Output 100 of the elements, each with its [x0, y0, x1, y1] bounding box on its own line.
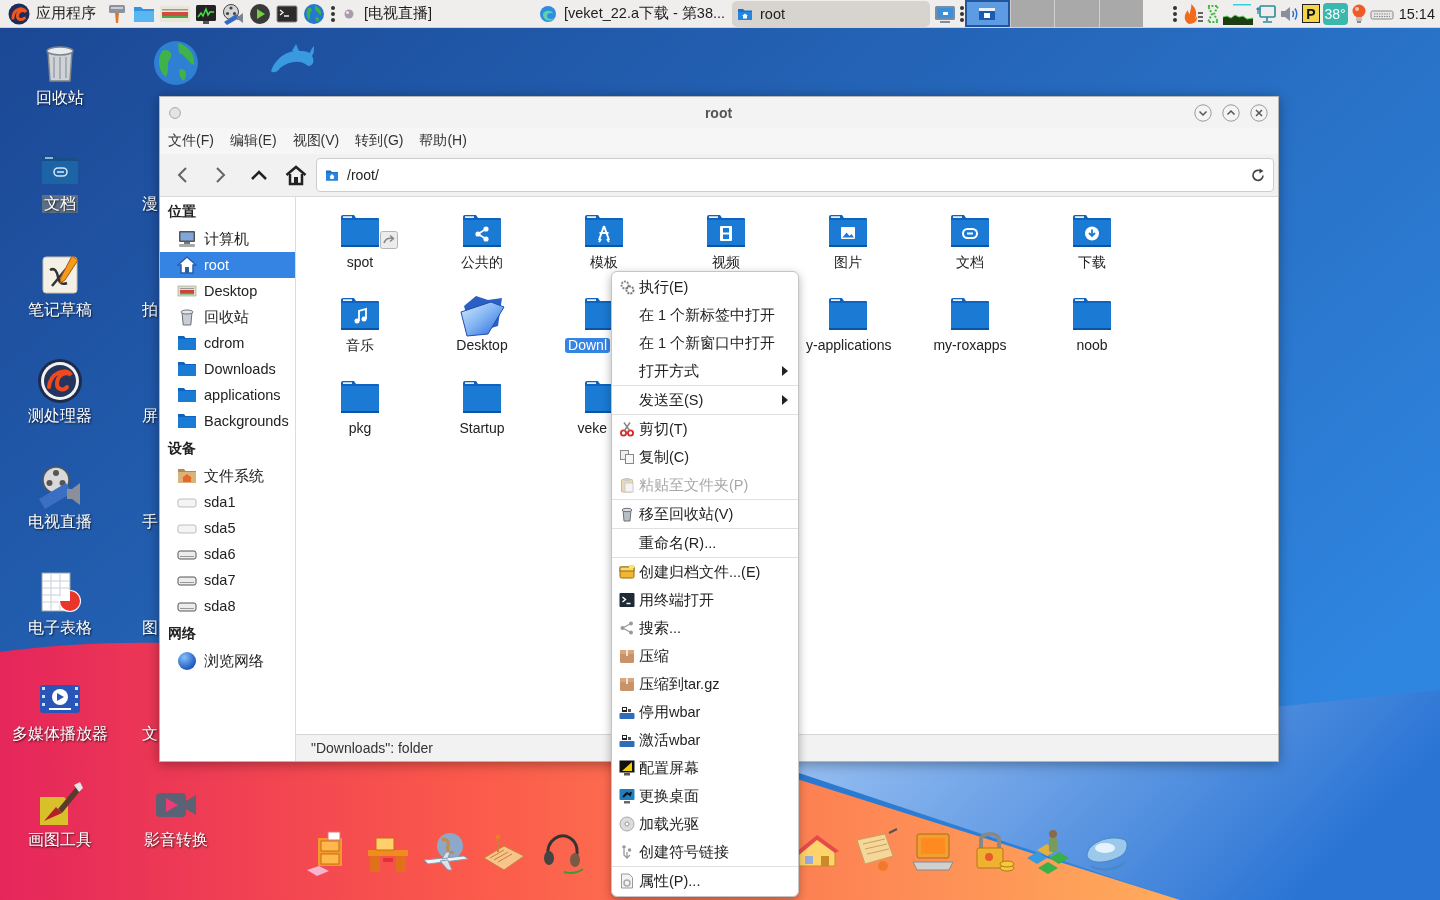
sidebar-item[interactable]: sda1 — [160, 489, 295, 515]
context-menu-item[interactable]: 属性(P)... — [612, 867, 798, 895]
context-menu-item[interactable]: 停用wbar — [612, 698, 798, 726]
address-field[interactable]: /root/ — [316, 158, 1274, 192]
sidebar-item[interactable]: sda8 — [160, 593, 295, 619]
context-menu-item[interactable]: 剪切(T) — [612, 415, 798, 443]
house-folder-icon — [177, 466, 197, 486]
terminal-icon[interactable] — [276, 2, 298, 25]
trash-icon — [619, 506, 635, 522]
maximize-icon[interactable] — [1222, 103, 1240, 122]
copy-icon — [619, 449, 635, 465]
sidebar-item[interactable]: Desktop — [160, 278, 295, 304]
network-icon[interactable] — [1256, 2, 1277, 25]
workspace-button[interactable] — [965, 0, 1010, 27]
window-title: root — [704, 104, 733, 121]
context-menu-item[interactable]: 用终端打开 — [612, 586, 798, 614]
home-icon[interactable] — [284, 164, 308, 186]
context-menu-item[interactable]: 压缩到tar.gz — [612, 670, 798, 698]
load-graph-icon[interactable] — [1223, 2, 1254, 25]
file-name[interactable]: pkg — [345, 421, 375, 436]
file-name[interactable]: 公共的 — [458, 255, 506, 270]
context-menu-item[interactable]: 搜索... — [612, 614, 798, 642]
globe-icon[interactable] — [303, 2, 325, 25]
package-icon — [619, 648, 635, 664]
file-name[interactable]: Startup — [456, 421, 508, 436]
context-menu-item[interactable]: 创建符号链接 — [612, 838, 798, 866]
task-button[interactable]: [电视直播] — [336, 0, 534, 27]
sidebar-item[interactable]: 文件系统 — [160, 463, 295, 489]
sphere-icon — [177, 651, 197, 671]
menu-item[interactable]: 编辑(E) — [221, 128, 285, 154]
icon-label[interactable]: 漫 — [142, 195, 158, 213]
task-button[interactable]: [veket_22.a下载 - 第38... — [534, 0, 732, 27]
icon-label[interactable]: 多媒体播放器 — [10, 725, 110, 743]
context-menu-item[interactable]: 加载光驱 — [612, 810, 798, 838]
globe-icon[interactable] — [152, 39, 200, 87]
refresh-icon[interactable] — [1251, 168, 1265, 182]
lightbulb-icon[interactable] — [1350, 2, 1367, 25]
sidebar-item[interactable]: 浏览网络 — [160, 648, 295, 674]
icon-label[interactable]: 图 — [142, 619, 158, 637]
file-name[interactable]: y-applications — [803, 338, 895, 353]
file-name[interactable]: 音乐 — [343, 338, 377, 353]
file-name[interactable]: Desktop — [453, 338, 511, 353]
file-name[interactable]: spot — [343, 255, 377, 270]
system-monitor-icon[interactable] — [195, 2, 217, 25]
icon-label[interactable]: 回收站 — [34, 89, 86, 107]
menu-item[interactable]: 帮助(H) — [411, 128, 475, 154]
icon-label[interactable]: 电视直播 — [26, 513, 94, 531]
icon-label[interactable]: 笔记草稿 — [26, 301, 94, 319]
sidebar-item[interactable]: root — [160, 252, 295, 278]
context-menu-item[interactable]: 移至回收站(V) — [612, 500, 798, 528]
context-menu-item[interactable]: 重命名(R)... — [612, 529, 798, 557]
sidebar-item[interactable]: cdrom — [160, 330, 295, 356]
task-button[interactable]: root — [732, 0, 930, 27]
sidebar-item[interactable]: Backgrounds — [160, 408, 295, 434]
sidebar-item[interactable]: 回收站 — [160, 304, 295, 330]
sidebar-item[interactable]: sda6 — [160, 541, 295, 567]
icon-label[interactable]: 文档 — [42, 195, 78, 213]
sidebar-item[interactable]: Downloads — [160, 356, 295, 382]
file-name[interactable]: 模板 — [587, 255, 621, 270]
menu-item[interactable]: 视图(V) — [284, 128, 348, 154]
file-name[interactable]: 下载 — [1075, 255, 1109, 270]
clock[interactable]: 15:14 — [1396, 5, 1435, 22]
close-icon[interactable] — [1250, 103, 1268, 122]
icon-label[interactable]: 屏 — [142, 407, 158, 425]
file-name[interactable]: noob — [1073, 338, 1111, 353]
stamp-icon[interactable] — [106, 2, 128, 25]
file-name[interactable]: my-roxapps — [930, 338, 1010, 353]
icon-label[interactable]: 拍 — [142, 301, 158, 319]
icon-label[interactable]: 文 — [142, 725, 158, 743]
icon-label[interactable]: 影音转换 — [142, 831, 210, 849]
swirl-logo-icon[interactable] — [36, 357, 84, 405]
file-name[interactable]: 视频 — [709, 255, 743, 270]
file-name[interactable]: Downl — [565, 338, 610, 353]
context-menu-item[interactable]: 压缩 — [612, 642, 798, 670]
file-name[interactable]: 图片 — [831, 255, 865, 270]
menu-item[interactable]: 转到(G) — [347, 128, 412, 154]
context-menu-item[interactable]: 创建归档文件...(E) — [612, 558, 798, 586]
file-name[interactable]: 文档 — [953, 255, 987, 270]
context-menu-item[interactable]: 在 1 个新窗口中打开 — [612, 329, 798, 357]
play-icon[interactable] — [249, 2, 271, 25]
file-name[interactable]: veke — [574, 421, 610, 436]
context-menu-item[interactable]: 更换桌面 — [612, 782, 798, 810]
icon-label[interactable]: 手 — [142, 513, 158, 531]
sidebar-item[interactable]: sda5 — [160, 515, 295, 541]
icon-label[interactable]: 电子表格 — [26, 619, 94, 637]
sidebar-item[interactable]: 计算机 — [160, 226, 295, 252]
context-menu-item[interactable]: 复制(C) — [612, 443, 798, 471]
indicator-badge[interactable]: P — [1302, 4, 1320, 23]
context-menu-item[interactable]: 打开方式 — [612, 357, 798, 385]
sidebar-item[interactable]: applications — [160, 382, 295, 408]
context-menu-item[interactable]: 在 1 个新标签中打开 — [612, 301, 798, 329]
swirl-logo-icon — [8, 2, 30, 25]
menu-item[interactable]: 文件(F) — [160, 128, 222, 154]
sidebar-item[interactable]: sda7 — [160, 567, 295, 593]
context-menu-item[interactable]: 执行(E) — [612, 273, 798, 301]
app-menu-button[interactable]: 应用程序 — [0, 0, 104, 27]
icon-label[interactable]: 画图工具 — [26, 831, 94, 849]
film-reel-icon[interactable] — [222, 2, 244, 25]
icon-label[interactable]: 测处理器 — [26, 407, 94, 425]
context-menu-item[interactable]: 发送至(S) — [612, 386, 798, 414]
